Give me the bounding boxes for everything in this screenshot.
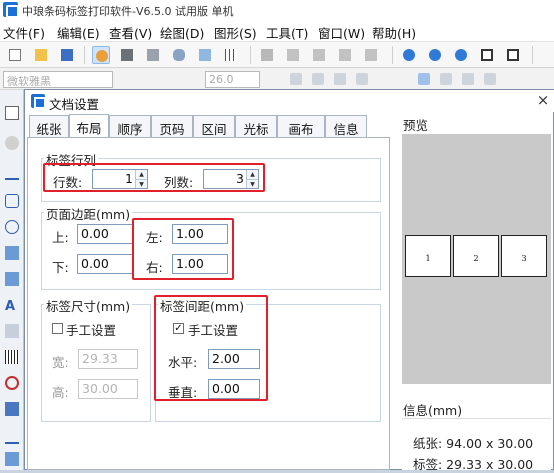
picture-tool-icon[interactable] — [5, 272, 19, 286]
zoom-fit-icon[interactable] — [452, 46, 470, 64]
margin-bottom-input[interactable]: 0.00 — [77, 254, 133, 274]
paper-size-info: 纸张: 94.00 x 30.00 — [413, 436, 534, 451]
preview-canvas: 1 2 3 — [402, 134, 551, 384]
align-right-icon[interactable] — [462, 73, 474, 85]
left-right-margin-highlight — [132, 218, 234, 280]
label-width-input[interactable]: 29.33 — [78, 349, 138, 369]
info-panel: 纸张: 94.00 x 30.00 标签: 29.33 x 30.00 — [402, 418, 551, 472]
print-icon[interactable] — [118, 46, 136, 64]
app-titlebar: 中琅条码标签打印软件-V6.5.0 试用版 单机 — [0, 0, 554, 20]
align-center-icon[interactable] — [440, 73, 452, 85]
preview-label-number: 3 — [521, 254, 527, 263]
label-spacing-highlight — [154, 295, 268, 401]
menu-edit[interactable]: 编辑(E) — [57, 23, 100, 42]
bold-icon[interactable] — [290, 73, 302, 85]
select-arrow-icon[interactable] — [5, 106, 19, 120]
actual-size-icon[interactable] — [504, 46, 522, 64]
drawing-tools-sidebar: A — [0, 90, 24, 470]
label-size-manual-checkbox[interactable] — [52, 323, 63, 334]
delete-icon[interactable] — [336, 46, 354, 64]
document-settings-icon[interactable] — [92, 46, 110, 64]
close-icon[interactable]: × — [535, 92, 551, 108]
ellipse-tool-icon[interactable] — [5, 220, 19, 234]
print-preview-icon[interactable] — [144, 46, 162, 64]
page-setup-icon[interactable] — [196, 46, 214, 64]
seal-tool-icon[interactable] — [5, 376, 19, 390]
pan-icon[interactable] — [5, 136, 19, 150]
preview-title: 预览 — [403, 118, 429, 133]
preview-label-2: 2 — [453, 235, 499, 277]
rectangle-tool-icon[interactable] — [5, 194, 19, 208]
tab-order[interactable]: 顺序 — [109, 115, 151, 137]
info-title: 信息(mm) — [403, 403, 463, 418]
tab-paper[interactable]: 纸张 — [29, 115, 69, 137]
label-size-title: 标签尺寸(mm) — [44, 296, 133, 315]
preview-label-number: 2 — [473, 254, 479, 263]
font-size-select[interactable]: 26.0 — [205, 71, 260, 88]
line-tool-icon[interactable] — [5, 166, 19, 180]
label-size-manual-label: 手工设置 — [66, 323, 117, 338]
new-file-icon[interactable] — [6, 46, 24, 64]
margin-bottom-label: 下: — [52, 260, 69, 275]
menu-help[interactable]: 帮助(H) — [372, 23, 416, 42]
label-width-label: 宽: — [52, 355, 69, 370]
menu-bar: 文件(F) 编辑(E) 查看(V) 绘图(D) 图形(S) 工具(T) 窗口(W… — [0, 20, 554, 42]
margin-top-input[interactable]: 0.00 — [77, 224, 133, 244]
layout-tab-panel: 标签行列 行数: 1 ▲ ▼ 列数: 3 ▲ ▼ 页面边距(mm) 上: 0.0… — [27, 137, 390, 470]
strikethrough-icon[interactable] — [356, 73, 368, 85]
menu-view[interactable]: 查看(V) — [109, 23, 152, 42]
image-tool-icon[interactable] — [5, 246, 19, 260]
font-name-select[interactable]: 微软雅黑 — [3, 71, 113, 88]
menu-draw[interactable]: 绘图(D) — [160, 23, 204, 42]
tab-cursor[interactable]: 光标 — [235, 115, 277, 137]
menu-window[interactable]: 窗口(W) — [318, 23, 365, 42]
copy-icon[interactable] — [284, 46, 302, 64]
menu-shape[interactable]: 图形(S) — [214, 23, 257, 42]
document-settings-dialog: 文档设置 × 纸张 布局 顺序 页码 区间 光标 画布 信息 标签行列 行数: … — [24, 89, 554, 472]
rich-text-tool-icon[interactable] — [5, 324, 19, 338]
menu-tools[interactable]: 工具(T) — [266, 23, 308, 42]
open-folder-icon[interactable] — [32, 46, 50, 64]
app-logo-icon — [3, 2, 19, 18]
curve-tool-icon[interactable] — [5, 430, 19, 444]
align-justify-icon[interactable] — [484, 73, 496, 85]
label-height-input[interactable]: 30.00 — [78, 379, 138, 399]
main-toolbar — [0, 42, 554, 68]
menu-file[interactable]: 文件(F) — [3, 23, 45, 42]
fit-page-icon[interactable] — [478, 46, 496, 64]
preview-label-number: 1 — [425, 254, 431, 263]
tab-layout[interactable]: 布局 — [69, 114, 109, 138]
save-icon[interactable] — [58, 46, 76, 64]
app-title: 中琅条码标签打印软件-V6.5.0 试用版 单机 — [22, 5, 234, 18]
undo-icon[interactable] — [362, 46, 380, 64]
tab-canvas[interactable]: 画布 — [277, 115, 325, 137]
preview-label-1: 1 — [405, 235, 451, 277]
cut-icon[interactable] — [258, 46, 276, 64]
rows-cols-highlight — [43, 163, 265, 192]
grid-icon[interactable] — [222, 46, 240, 64]
label-size-info: 标签: 29.33 x 30.00 — [413, 457, 534, 472]
underline-icon[interactable] — [334, 73, 346, 85]
paste-icon[interactable] — [310, 46, 328, 64]
barcode-tool-icon[interactable] — [5, 350, 19, 364]
margin-top-label: 上: — [52, 230, 69, 245]
format-toolbar: 微软雅黑 26.0 — [0, 68, 554, 90]
page-margins-title: 页面边距(mm) — [44, 204, 133, 223]
table-tool-icon[interactable] — [5, 452, 19, 466]
dialog-titlebar: 文档设置 × — [25, 90, 554, 112]
tab-info[interactable]: 信息 — [325, 115, 367, 137]
label-height-label: 高: — [52, 385, 69, 400]
align-left-icon[interactable] — [418, 73, 430, 85]
italic-icon[interactable] — [312, 73, 324, 85]
dialog-title: 文档设置 — [49, 97, 100, 112]
tab-page-number[interactable]: 页码 — [151, 115, 193, 137]
preview-label-3: 3 — [501, 235, 547, 277]
database-icon[interactable] — [170, 46, 188, 64]
text-tool-icon[interactable]: A — [5, 300, 19, 314]
qrcode-tool-icon[interactable] — [5, 402, 19, 416]
zoom-in-icon[interactable] — [400, 46, 418, 64]
zoom-out-icon[interactable] — [426, 46, 444, 64]
tab-range[interactable]: 区间 — [193, 115, 235, 137]
dialog-logo-icon — [31, 94, 46, 109]
